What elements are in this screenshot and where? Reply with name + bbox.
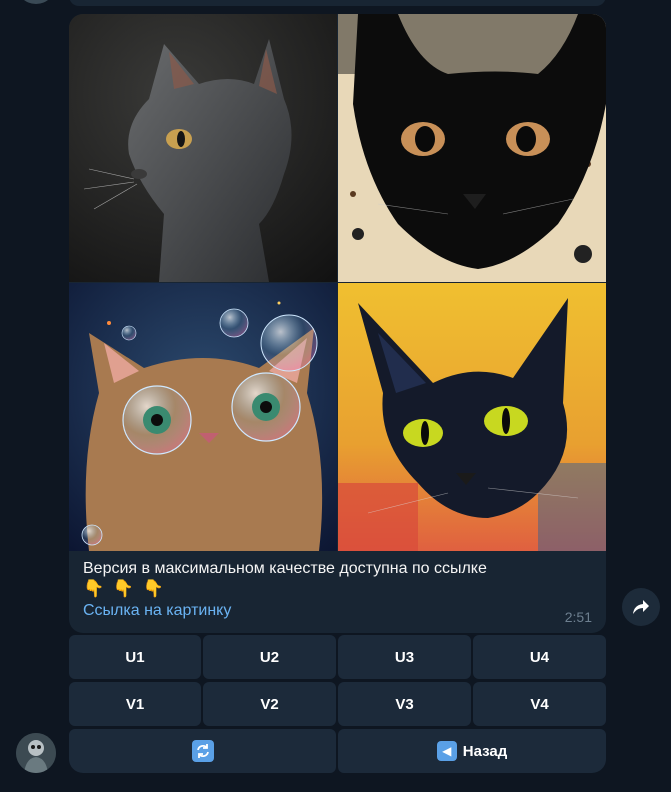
image-grid[interactable] <box>69 14 606 551</box>
message-bubble: Версия в максимальном качестве доступна … <box>69 14 606 633</box>
share-button[interactable] <box>622 588 660 626</box>
message-time: 2:51 <box>564 609 592 625</box>
upscale-4-button[interactable]: U4 <box>473 635 606 679</box>
previous-message-bubble <box>69 0 606 6</box>
black-cat-on-beige-image[interactable] <box>338 14 606 282</box>
back-arrow-icon: ◀ <box>436 741 457 761</box>
message-caption: Версия в максимальном качестве доступна … <box>83 559 593 599</box>
previous-avatar[interactable] <box>16 0 56 4</box>
variation-1-button[interactable]: V1 <box>69 682 201 726</box>
upscale-2-button[interactable]: U2 <box>203 635 336 679</box>
avatar-image <box>16 733 56 773</box>
variation-3-button[interactable]: V3 <box>338 682 471 726</box>
bubble-cat-image[interactable] <box>69 283 337 551</box>
share-icon <box>633 600 649 614</box>
back-button-label: Назад <box>462 742 508 760</box>
black-cat-on-yellow-image[interactable] <box>338 283 606 551</box>
pointing-down-emojis: 👇 👇 👇 <box>83 579 166 598</box>
variation-2-button[interactable]: V2 <box>203 682 336 726</box>
bot-avatar[interactable] <box>16 733 56 773</box>
caption-text: Версия в максимальном качестве доступна … <box>83 560 487 577</box>
chat-area: Версия в максимальном качестве доступна … <box>0 0 671 792</box>
upscale-1-button[interactable]: U1 <box>69 635 201 679</box>
back-button[interactable]: ◀ Назад <box>338 729 606 773</box>
upscale-3-button[interactable]: U3 <box>338 635 471 679</box>
refresh-button[interactable] <box>69 729 336 773</box>
grey-cat-image[interactable] <box>69 14 337 282</box>
image-link[interactable]: Ссылка на картинку <box>83 601 231 621</box>
refresh-icon <box>191 740 214 762</box>
variation-4-button[interactable]: V4 <box>473 682 606 726</box>
